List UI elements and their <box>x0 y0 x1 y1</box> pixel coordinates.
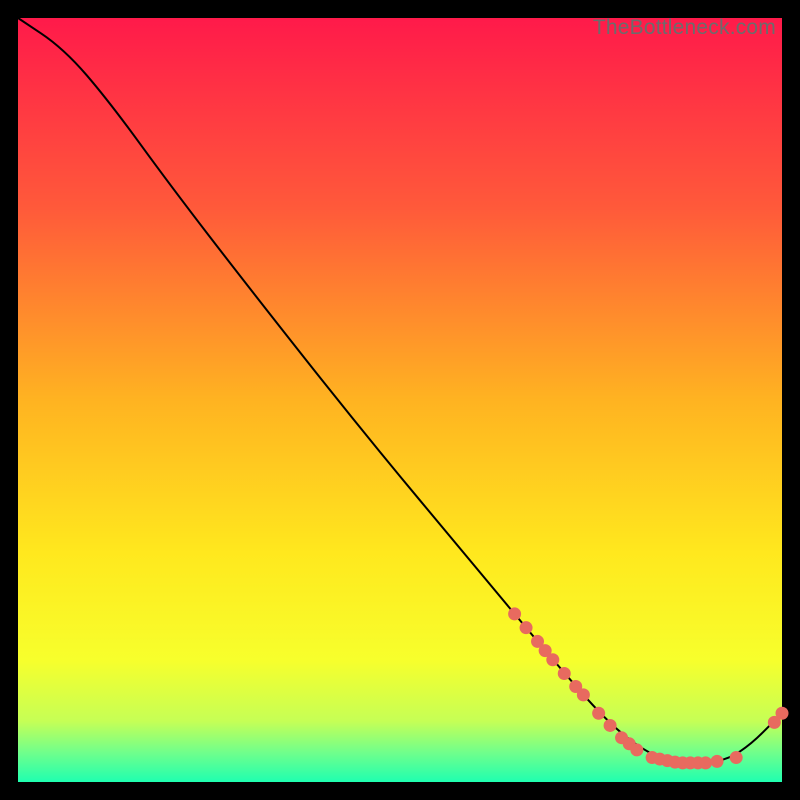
data-marker <box>592 707 605 720</box>
data-marker <box>776 707 789 720</box>
chart-svg <box>18 18 782 782</box>
data-marker <box>577 688 590 701</box>
curve-markers <box>508 607 788 769</box>
data-marker <box>699 756 712 769</box>
data-marker <box>520 621 533 634</box>
data-marker <box>508 607 521 620</box>
data-marker <box>630 743 643 756</box>
data-marker <box>711 755 724 768</box>
data-marker <box>730 751 743 764</box>
data-marker <box>604 719 617 732</box>
data-marker <box>558 667 571 680</box>
data-marker <box>546 653 559 666</box>
bottleneck-curve <box>18 18 782 763</box>
chart-frame: TheBottleneck.com <box>18 18 782 782</box>
